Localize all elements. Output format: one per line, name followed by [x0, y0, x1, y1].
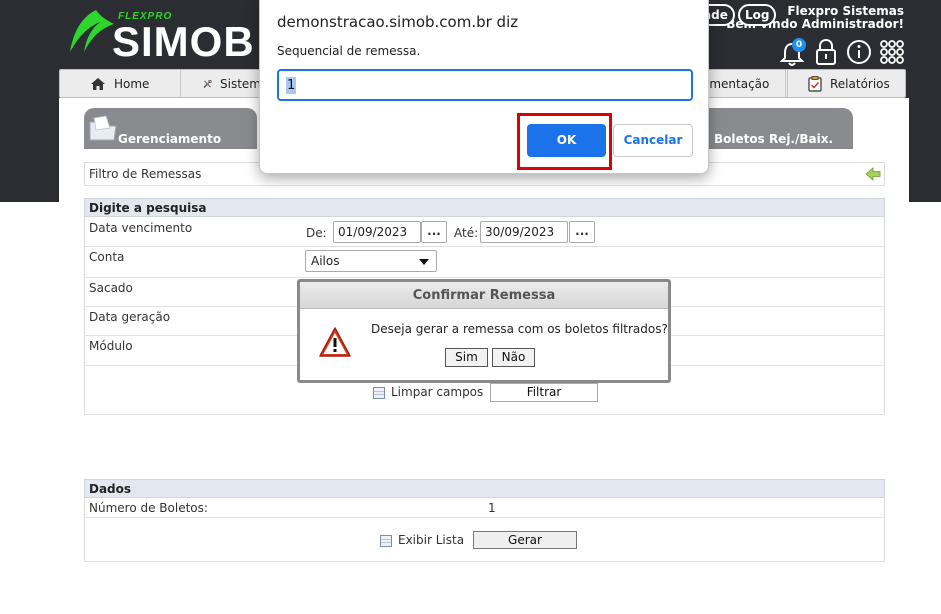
- back-arrow-icon[interactable]: [865, 167, 881, 181]
- apps-grid-icon[interactable]: [879, 39, 905, 65]
- conta-label: Conta: [89, 250, 125, 264]
- nav-movimentacao-label: imentação: [706, 76, 770, 91]
- log-button[interactable]: Log: [738, 4, 777, 26]
- prompt-message: Sequencial de remessa.: [277, 44, 421, 58]
- ate-label: Até:: [454, 226, 479, 240]
- exibir-list-icon: [380, 535, 392, 547]
- sacado-label: Sacado: [89, 281, 133, 295]
- filtro-title: Filtro de Remessas: [89, 167, 202, 181]
- simob-logo[interactable]: FLEXPRO SIMOB: [66, 8, 266, 64]
- warning-icon: [319, 327, 351, 357]
- conta-row: Conta: [84, 247, 885, 278]
- logo-swoosh-icon: [70, 10, 114, 52]
- nav-home-label: Home: [114, 76, 150, 91]
- exibir-lista-link[interactable]: Exibir Lista: [398, 533, 464, 547]
- sim-button[interactable]: Sim: [445, 348, 488, 367]
- gerar-button[interactable]: Gerar: [473, 531, 577, 549]
- nav-home[interactable]: Home: [60, 70, 181, 97]
- nav-sistema-label: Sistem: [220, 76, 261, 91]
- filtrar-button[interactable]: Filtrar: [490, 383, 598, 402]
- nav-movimentacao[interactable]: imentação: [706, 70, 786, 97]
- numero-boletos-label: Número de Boletos:: [89, 501, 208, 515]
- limpar-list-icon: [373, 387, 385, 399]
- logo-simob-text: SIMOB: [112, 18, 255, 65]
- tab-boletos-rej[interactable]: Boletos Rej./Baix.: [690, 108, 853, 149]
- nav-sistema[interactable]: Sistem: [181, 70, 261, 97]
- tab-boletos-rej-label: Boletos Rej./Baix.: [714, 132, 834, 146]
- ate-date-picker-button[interactable]: ...: [569, 221, 595, 243]
- de-date-input[interactable]: 01/09/2023: [333, 221, 421, 243]
- nao-button[interactable]: Não: [492, 348, 535, 367]
- data-vencimento-label: Data vencimento: [89, 221, 193, 235]
- notification-badge: 0: [792, 38, 806, 52]
- dados-section-title: Dados: [84, 479, 885, 498]
- nav-relatorios[interactable]: Relatórios: [787, 70, 905, 97]
- home-icon: [91, 77, 105, 90]
- numero-boletos-value: 1: [488, 501, 496, 515]
- confirm-remessa-dialog: Confirmar Remessa Deseja gerar a remessa…: [297, 279, 671, 383]
- modulo-label: Módulo: [89, 339, 133, 353]
- nav-relatorios-label: Relatórios: [830, 76, 890, 91]
- cancel-button[interactable]: Cancelar: [613, 124, 693, 157]
- conta-select-value: Ailos: [311, 254, 340, 268]
- clipboard-icon: [808, 75, 822, 92]
- conta-select[interactable]: Ailos: [305, 250, 437, 272]
- confirm-dialog-message: Deseja gerar a remessa com os boletos fi…: [371, 322, 668, 336]
- folder-icon: [89, 115, 117, 141]
- info-icon[interactable]: [846, 39, 872, 65]
- chevron-down-icon: [419, 259, 429, 265]
- de-date-picker-button[interactable]: ...: [421, 221, 447, 243]
- limpar-campos-link[interactable]: Limpar campos: [391, 385, 483, 399]
- browser-prompt-dialog: demonstracao.simob.com.br diz Sequencial…: [259, 0, 709, 174]
- tab-gerenciamento-label: Gerenciamento: [118, 132, 222, 146]
- confirm-dialog-title: Confirmar Remessa: [300, 282, 668, 309]
- prompt-title: demonstracao.simob.com.br diz: [277, 13, 519, 31]
- tab-gerenciamento[interactable]: Gerenciamento: [84, 108, 257, 149]
- pesquisa-section-title: Digite a pesquisa: [84, 198, 885, 217]
- ok-button[interactable]: OK: [527, 124, 606, 157]
- lock-icon[interactable]: [813, 38, 839, 66]
- ate-date-input[interactable]: 30/09/2023: [480, 221, 568, 243]
- sequencial-input-value: 1: [286, 77, 297, 94]
- tools-icon: [203, 79, 212, 88]
- numero-boletos-row: Número de Boletos: 1: [84, 498, 885, 518]
- sequencial-input[interactable]: 1: [277, 69, 693, 101]
- de-label: De:: [306, 226, 327, 240]
- data-geracao-label: Data geração: [89, 310, 171, 324]
